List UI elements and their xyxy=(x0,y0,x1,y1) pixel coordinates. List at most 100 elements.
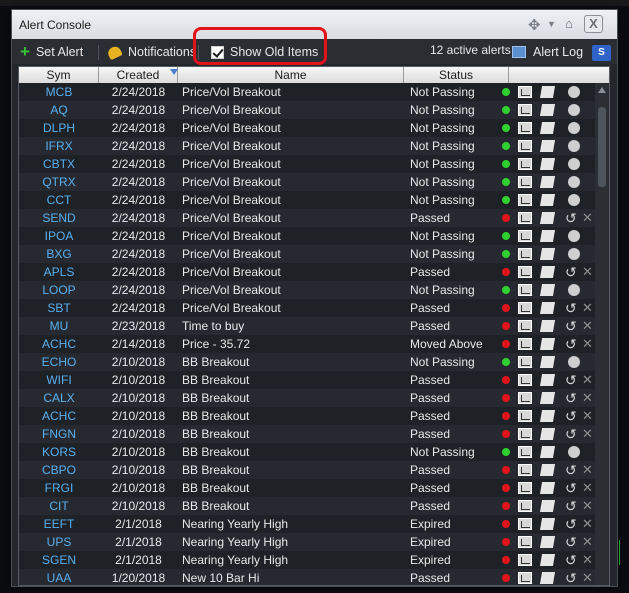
note-icon[interactable] xyxy=(539,464,556,476)
delete-icon[interactable]: ✕ xyxy=(582,425,593,443)
table-row[interactable]: CBPO 2/10/2018 BB Breakout Passed ↺ ✕ xyxy=(19,461,595,479)
chart-icon[interactable] xyxy=(518,482,532,494)
note-icon[interactable] xyxy=(539,122,556,134)
alert-log-button[interactable]: Alert Log xyxy=(512,43,583,61)
table-row[interactable]: UPS 2/1/2018 Nearing Yearly High Expired ↺ ✕ xyxy=(19,533,595,551)
chart-icon[interactable] xyxy=(518,248,532,260)
action-icon[interactable] xyxy=(568,284,580,296)
table-row[interactable]: BXG 2/24/2018 Price/Vol Breakout Not Passin… xyxy=(19,245,595,263)
note-icon[interactable] xyxy=(539,194,556,206)
cell-symbol[interactable]: BXG xyxy=(19,245,99,263)
reset-icon[interactable]: ↺ xyxy=(565,497,577,515)
cell-symbol[interactable]: UAA xyxy=(19,569,99,585)
chart-icon[interactable] xyxy=(518,284,532,296)
chart-icon[interactable] xyxy=(518,374,532,386)
table-row[interactable]: MU 2/23/2018 Time to buy Passed ↺ ✕ xyxy=(19,317,595,335)
note-icon[interactable] xyxy=(539,392,556,404)
cell-symbol[interactable]: CCT xyxy=(19,191,99,209)
cell-symbol[interactable]: SGEN xyxy=(19,551,99,569)
action-icon[interactable] xyxy=(568,176,580,188)
delete-icon[interactable]: ✕ xyxy=(582,335,593,353)
table-row[interactable]: EEFT 2/1/2018 Nearing Yearly High Expired ↺ ✕ xyxy=(19,515,595,533)
scroll-up-icon[interactable] xyxy=(598,87,606,93)
note-icon[interactable] xyxy=(539,500,556,512)
chart-icon[interactable] xyxy=(518,158,532,170)
reset-icon[interactable]: ↺ xyxy=(565,317,577,335)
delete-icon[interactable]: ✕ xyxy=(582,533,593,551)
table-row[interactable]: FNGN 2/10/2018 BB Breakout Passed ↺ ✕ xyxy=(19,425,595,443)
cell-symbol[interactable]: FNGN xyxy=(19,425,99,443)
table-row[interactable]: CCT 2/24/2018 Price/Vol Breakout Not Passin… xyxy=(19,191,595,209)
table-row[interactable]: ACHC 2/14/2018 Price - 35.72 Moved Above ↺ ✕ xyxy=(19,335,595,353)
note-icon[interactable] xyxy=(539,518,556,530)
reset-icon[interactable]: ↺ xyxy=(565,263,577,281)
action-icon[interactable] xyxy=(568,356,580,368)
cell-symbol[interactable]: SBT xyxy=(19,299,99,317)
table-row[interactable]: APLS 2/24/2018 Price/Vol Breakout Passed ↺ ✕ xyxy=(19,263,595,281)
cell-symbol[interactable]: FRGI xyxy=(19,479,99,497)
note-icon[interactable] xyxy=(539,302,556,314)
reset-icon[interactable]: ↺ xyxy=(565,371,577,389)
pin-icon[interactable]: ⌂ xyxy=(565,16,573,31)
action-icon[interactable] xyxy=(568,446,580,458)
chart-icon[interactable] xyxy=(518,86,532,98)
table-row[interactable]: WIFI 2/10/2018 BB Breakout Passed ↺ ✕ xyxy=(19,371,595,389)
action-icon[interactable] xyxy=(568,230,580,242)
reset-icon[interactable]: ↺ xyxy=(565,425,577,443)
chart-icon[interactable] xyxy=(518,446,532,458)
chart-icon[interactable] xyxy=(518,500,532,512)
chart-icon[interactable] xyxy=(518,266,532,278)
note-icon[interactable] xyxy=(539,266,556,278)
cell-symbol[interactable]: MU xyxy=(19,317,99,335)
chart-icon[interactable] xyxy=(518,230,532,242)
delete-icon[interactable]: ✕ xyxy=(582,515,593,533)
action-icon[interactable] xyxy=(568,248,580,260)
action-icon[interactable] xyxy=(568,104,580,116)
delete-icon[interactable]: ✕ xyxy=(582,209,593,227)
column-header-sym[interactable]: Sym xyxy=(19,67,99,83)
table-row[interactable]: UAA 1/20/2018 New 10 Bar Hi Passed ↺ ✕ xyxy=(19,569,595,585)
reset-icon[interactable]: ↺ xyxy=(565,335,577,353)
note-icon[interactable] xyxy=(539,446,556,458)
delete-icon[interactable]: ✕ xyxy=(582,317,593,335)
note-icon[interactable] xyxy=(539,284,556,296)
chart-icon[interactable] xyxy=(518,320,532,332)
cell-symbol[interactable]: IFRX xyxy=(19,137,99,155)
note-icon[interactable] xyxy=(539,320,556,332)
action-icon[interactable] xyxy=(568,86,580,98)
cell-symbol[interactable]: ACHC xyxy=(19,335,99,353)
scrollbar-thumb[interactable] xyxy=(598,107,606,187)
delete-icon[interactable]: ✕ xyxy=(582,461,593,479)
s-menu-button[interactable]: S xyxy=(592,45,611,61)
chart-icon[interactable] xyxy=(518,554,532,566)
action-icon[interactable] xyxy=(568,194,580,206)
chart-icon[interactable] xyxy=(518,176,532,188)
note-icon[interactable] xyxy=(539,338,556,350)
cell-symbol[interactable]: WIFI xyxy=(19,371,99,389)
chart-icon[interactable] xyxy=(518,302,532,314)
reset-icon[interactable]: ↺ xyxy=(565,389,577,407)
column-header-created[interactable]: Created xyxy=(99,67,178,83)
action-icon[interactable] xyxy=(568,122,580,134)
chart-icon[interactable] xyxy=(518,464,532,476)
table-row[interactable]: CBTX 2/24/2018 Price/Vol Breakout Not Passi… xyxy=(19,155,595,173)
chart-icon[interactable] xyxy=(518,356,532,368)
delete-icon[interactable]: ✕ xyxy=(582,299,593,317)
note-icon[interactable] xyxy=(539,158,556,170)
chart-icon[interactable] xyxy=(518,338,532,350)
cell-symbol[interactable]: LOOP xyxy=(19,281,99,299)
table-row[interactable]: ACHC 2/10/2018 BB Breakout Passed ↺ ✕ xyxy=(19,407,595,425)
reset-icon[interactable]: ↺ xyxy=(565,533,577,551)
cell-symbol[interactable]: CBPO xyxy=(19,461,99,479)
note-icon[interactable] xyxy=(539,248,556,260)
note-icon[interactable] xyxy=(539,356,556,368)
chart-icon[interactable] xyxy=(518,122,532,134)
chart-icon[interactable] xyxy=(518,536,532,548)
table-row[interactable]: MCB 2/24/2018 Price/Vol Breakout Not Passin… xyxy=(19,83,595,101)
cell-symbol[interactable]: QTRX xyxy=(19,173,99,191)
table-row[interactable]: DLPH 2/24/2018 Price/Vol Breakout Not Passi… xyxy=(19,119,595,137)
reset-icon[interactable]: ↺ xyxy=(565,209,577,227)
note-icon[interactable] xyxy=(539,230,556,242)
cell-symbol[interactable]: MCB xyxy=(19,83,99,101)
set-alert-button[interactable]: + Set Alert xyxy=(20,43,83,61)
